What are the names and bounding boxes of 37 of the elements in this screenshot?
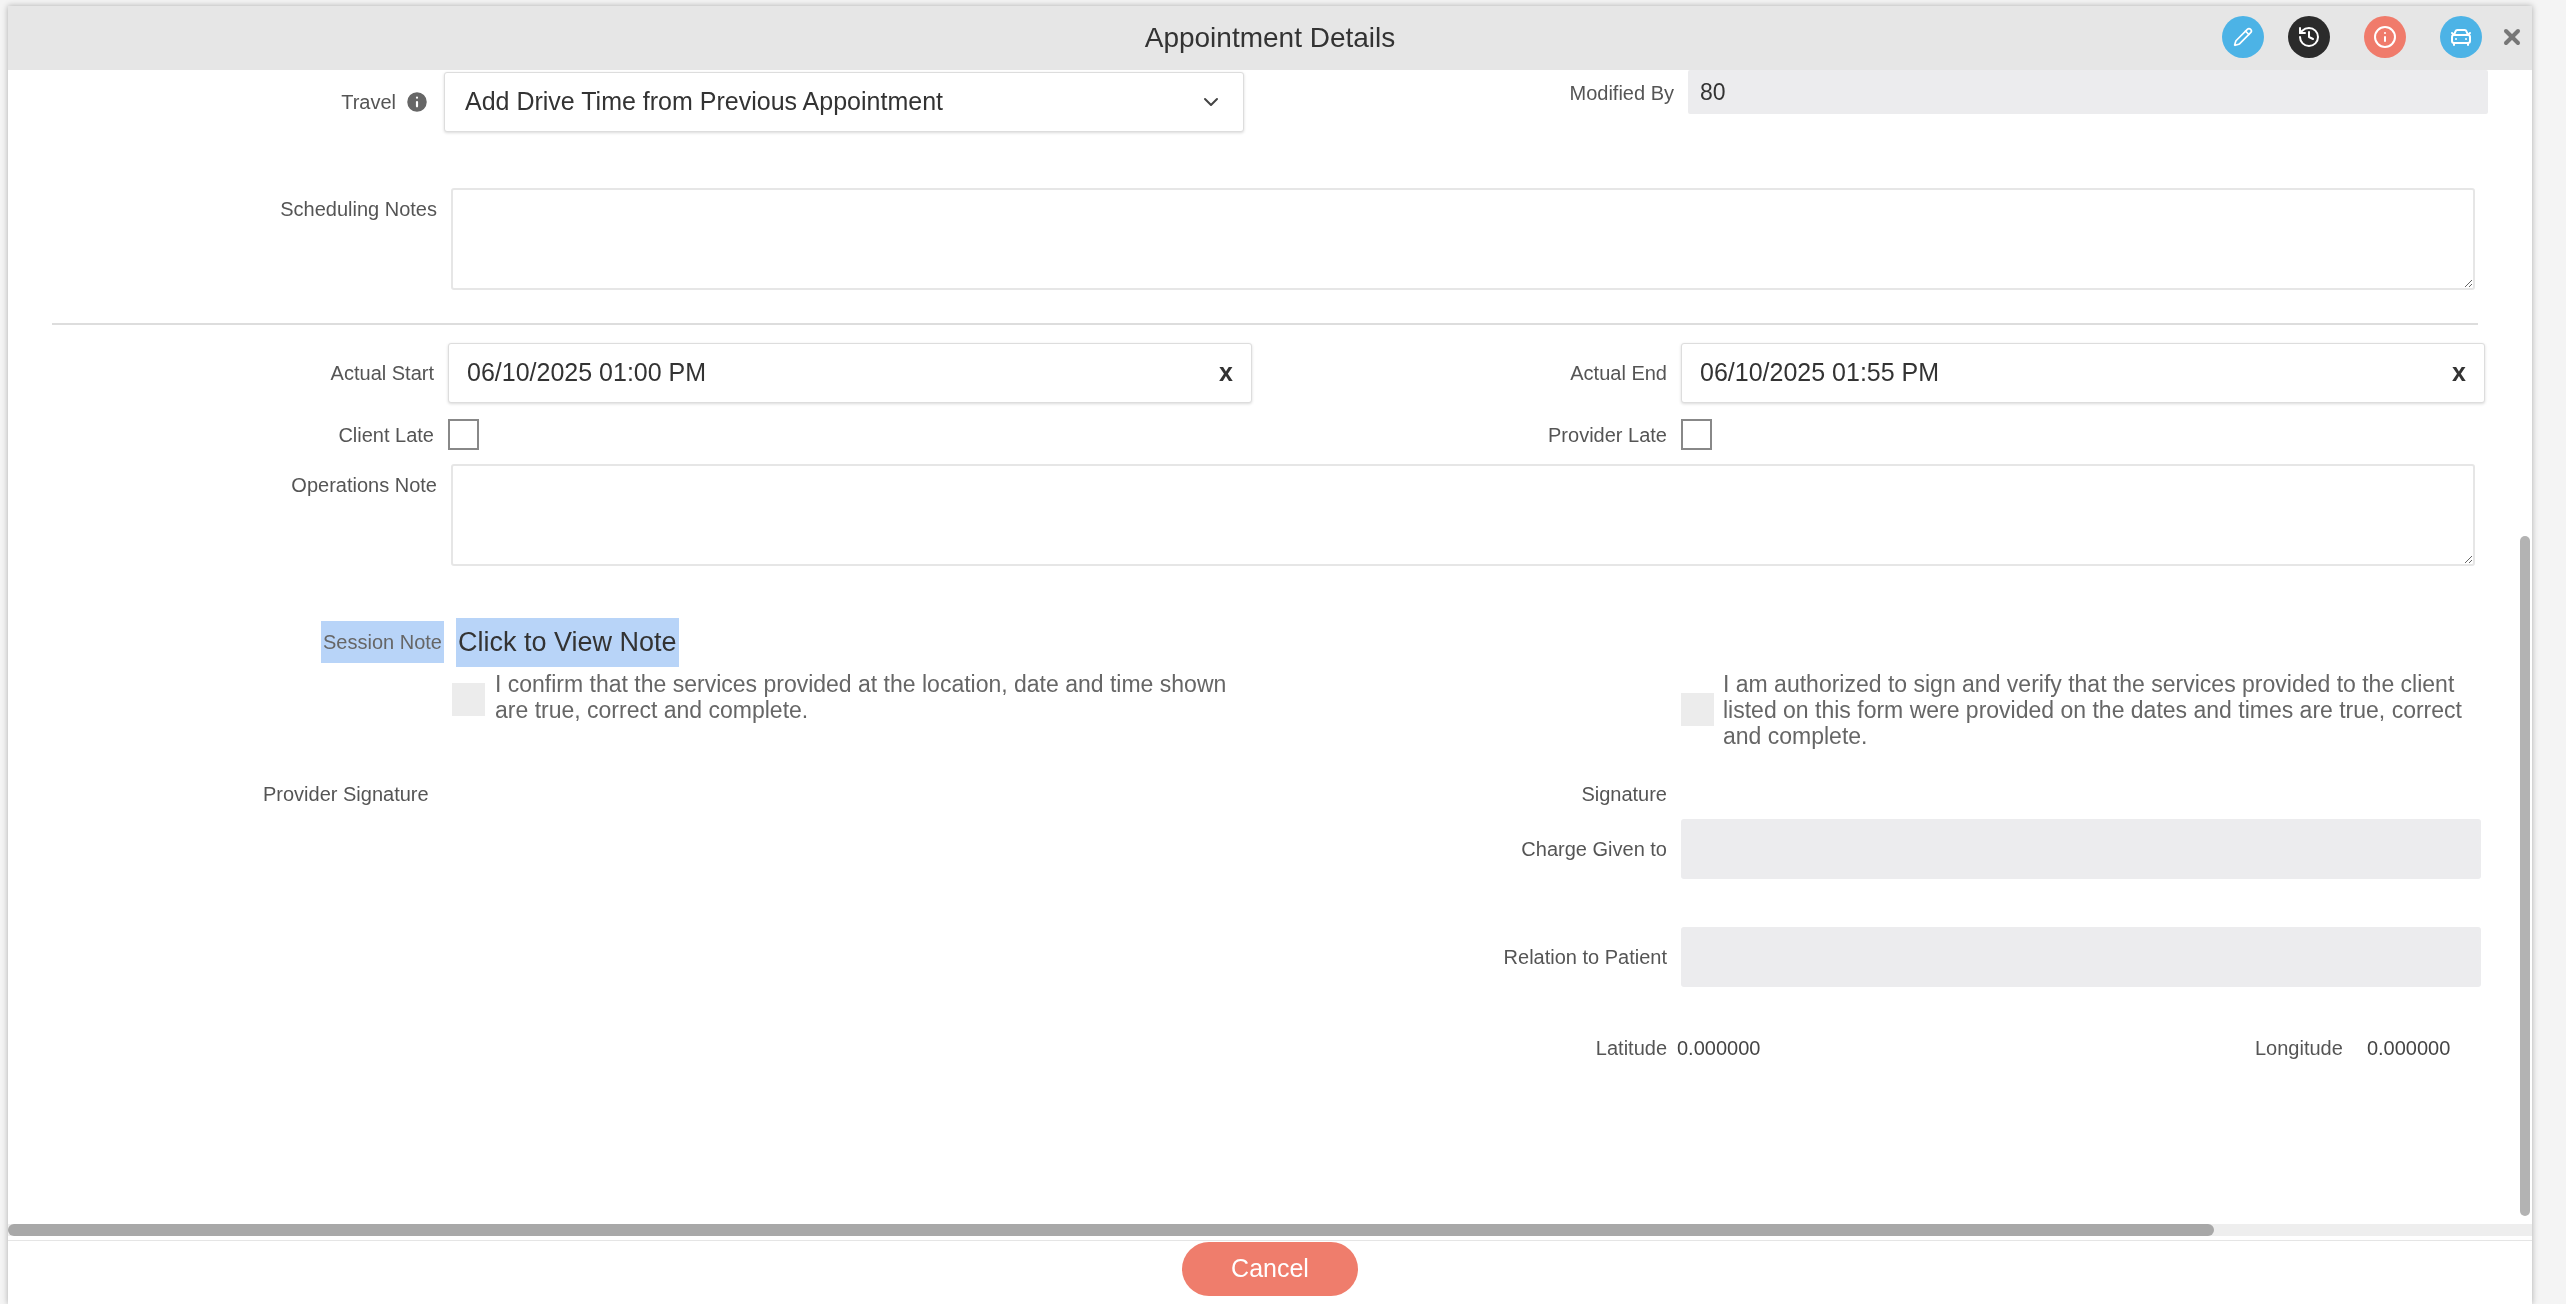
field-label: Actual Start [330,361,434,386]
field-label: Operations Note [291,473,437,498]
field-label: Latitude [1595,1035,1667,1061]
attestation-text: I am authorized to sign and verify that the services provided to the client listed on this form were provided on the dates and times are true, correct and complete. [1723,670,2463,749]
checkbox[interactable] [1681,419,1712,450]
longitude-value: 0.000000 [2366,1035,2451,1061]
scrollbar-thumb[interactable] [8,1224,2214,1236]
view-note-link[interactable]: Click to View Note [456,618,679,667]
field-label: Signature [1581,781,1667,807]
field-label: Longitude [2255,1035,2343,1061]
field-label: Scheduling Notes [280,197,437,222]
clear-button[interactable]: x [1219,354,1233,392]
field-label: Provider Late [1548,422,1667,448]
field-label: Relation to Patient [1503,944,1667,970]
field-label: Charge Given to [1521,836,1667,862]
operations-note-field[interactable] [451,464,2475,566]
field-label: Session Note [321,621,444,664]
travel-dropdown[interactable]: Add Drive Time from Previous Appointment [444,72,1244,132]
scheduling-notes-field[interactable] [451,188,2475,290]
info-icon[interactable] [2364,16,2406,58]
scrollbar-thumb[interactable] [2520,536,2530,1216]
history-icon[interactable] [2288,16,2330,58]
attestation-text: I confirm that the services provided at the location, date and time shown are true, correct and complete. [495,670,1228,723]
field-label: Client Late [338,422,434,448]
info-icon[interactable] [404,89,430,115]
car-icon[interactable] [2440,16,2482,58]
checkbox[interactable] [448,419,479,450]
clear-button[interactable]: x [2452,354,2466,392]
field-label: Provider Signature [263,781,429,807]
field-label: Modified By [1569,81,1674,106]
field-label: Actual End [1570,361,1667,386]
modified-by-field: 80 [1688,70,2488,114]
actual-end-field[interactable]: 06/10/2025 01:55 PM x [1681,343,2485,403]
actual-start-field[interactable]: 06/10/2025 01:00 PM x [448,343,1252,403]
field-label: Travel [341,90,396,115]
window-title: Appointment Details [1144,21,1396,55]
pencil-icon[interactable] [2222,16,2264,58]
